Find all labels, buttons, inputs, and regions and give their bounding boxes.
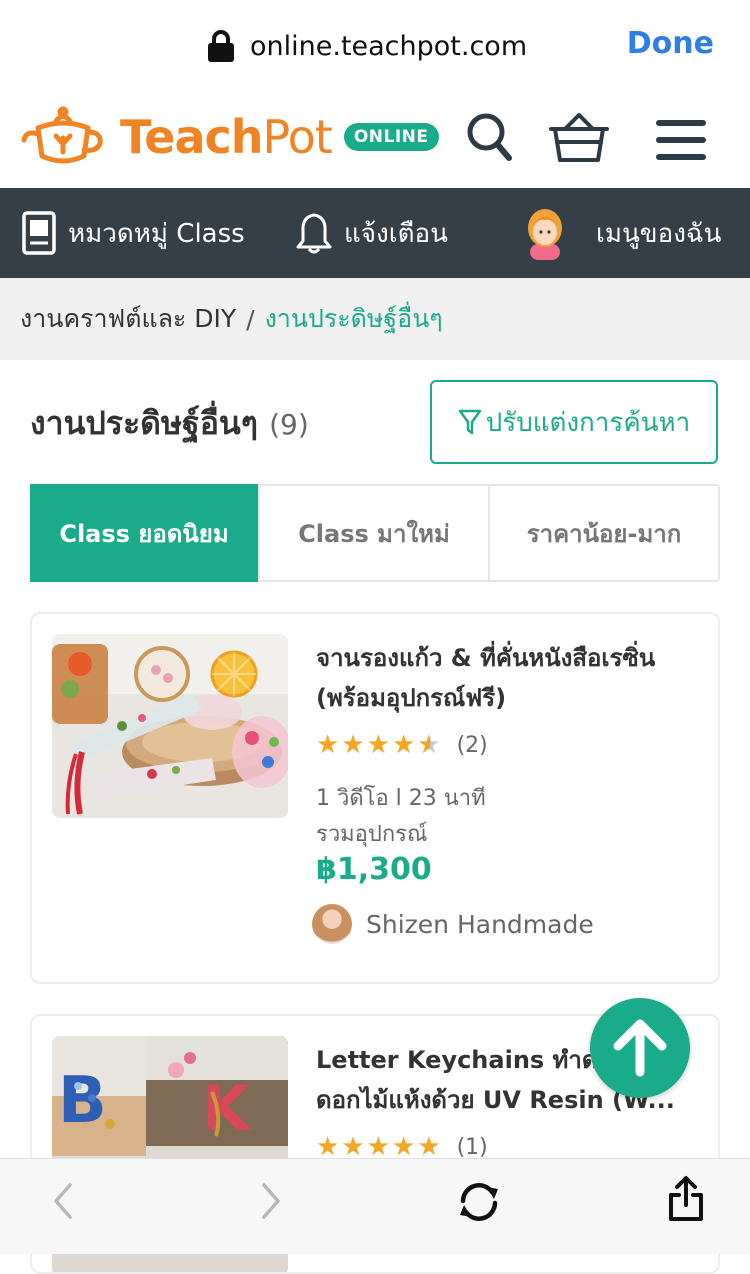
teachpot-logo[interactable]: TeachPot ONLINE: [20, 104, 439, 170]
site-header: TeachPot ONLINE: [0, 90, 750, 188]
breadcrumb-current[interactable]: งานประดิษฐ์อื่นๆ: [265, 299, 443, 339]
filter-label: ปรับแต่งการค้นหา: [485, 407, 691, 438]
star-half-icon: ★: [417, 730, 441, 760]
course-title[interactable]: จานรองแก้ว & ที่คั่นหนังสือเรซิ่น (พร้อม…: [316, 638, 696, 718]
page-title-text: งานประดิษฐ์อื่นๆ: [30, 404, 258, 442]
course-price: ฿1,300: [316, 852, 432, 887]
share-icon[interactable]: [666, 1175, 706, 1227]
tab-newest[interactable]: Class มาใหม่: [258, 486, 488, 580]
refresh-icon[interactable]: [456, 1181, 502, 1227]
browser-url-bar: online.teachpot.com Done: [0, 0, 750, 90]
course-thumbnail[interactable]: [52, 634, 288, 818]
logo-wordmark: TeachPot: [120, 110, 333, 164]
online-badge: ONLINE: [343, 123, 439, 151]
breadcrumb: งานคราฟต์และ DIY / งานประดิษฐ์อื่นๆ: [0, 278, 750, 360]
course-card[interactable]: จานรองแก้ว & ที่คั่นหนังสือเรซิ่น (พร้อม…: [30, 612, 720, 984]
star-icon: ★: [417, 1132, 441, 1162]
user-avatar-icon: [528, 209, 562, 260]
svg-text:B: B: [58, 1064, 107, 1138]
star-icon: ★: [341, 730, 365, 760]
star-icon: ★: [316, 730, 340, 760]
result-count: (9): [269, 408, 309, 441]
browser-toolbar: [0, 1158, 750, 1254]
nav-notifications-label: แจ้งเตือน: [344, 218, 448, 249]
back-icon[interactable]: [50, 1181, 76, 1225]
scroll-to-top-button[interactable]: [590, 998, 690, 1098]
filter-button[interactable]: ปรับแต่งการค้นหา: [430, 380, 718, 464]
url-display[interactable]: online.teachpot.com: [208, 24, 527, 68]
course-includes: รวมอุปกรณ์: [316, 822, 428, 847]
nav-categories[interactable]: หมวดหมู่ Class: [22, 188, 245, 278]
tab-popular[interactable]: Class ยอดนิยม: [30, 484, 258, 582]
search-icon[interactable]: [466, 112, 512, 166]
sort-tabs: Class ยอดนิยม Class มาใหม่ ราคาน้อย-มาก: [30, 484, 720, 582]
hamburger-menu-icon[interactable]: [656, 120, 706, 171]
forward-icon[interactable]: [258, 1181, 284, 1225]
teapot-logo-icon: [21, 106, 103, 164]
star-icon: ★: [366, 1132, 390, 1162]
instructor-name: Shizen Handmade: [366, 909, 594, 939]
book-icon: [22, 211, 56, 255]
star-icon: ★: [391, 1132, 416, 1162]
svg-text:K: K: [202, 1072, 252, 1145]
star-icon: ★: [391, 730, 416, 760]
breadcrumb-parent[interactable]: งานคราฟต์และ DIY: [20, 299, 236, 339]
page-title: งานประดิษฐ์อื่นๆ (9): [30, 398, 309, 449]
star-icon: ★: [316, 1132, 340, 1162]
course-instructor[interactable]: Shizen Handmade: [312, 904, 594, 944]
basket-icon[interactable]: [548, 112, 610, 168]
url-text: online.teachpot.com: [250, 30, 528, 62]
nav-categories-label: หมวดหมู่ Class: [68, 218, 245, 249]
course-rating: ★ ★ ★ ★ ★ (2): [316, 730, 488, 760]
bell-icon: [296, 213, 332, 254]
nav-my-menu-label: เมนูของฉัน: [596, 218, 722, 249]
star-icon: ★: [366, 730, 390, 760]
tab-price-low-high[interactable]: ราคาน้อย-มาก: [488, 486, 718, 580]
arrow-up-icon: [613, 1019, 667, 1077]
breadcrumb-separator: /: [246, 304, 255, 334]
lock-icon: [208, 30, 234, 62]
nav-notifications[interactable]: แจ้งเตือน: [296, 188, 448, 278]
course-duration: 1 วิดีโอ l 23 นาที: [316, 786, 486, 811]
rating-count: (2): [456, 732, 488, 758]
nav-my-menu[interactable]: เมนูของฉัน: [522, 188, 721, 278]
filter-icon: [458, 409, 481, 435]
rating-count: (1): [456, 1134, 488, 1160]
main-nav: หมวดหมู่ Class แจ้งเตือน เมนูของฉัน: [0, 188, 750, 278]
done-button[interactable]: Done: [627, 26, 714, 61]
star-icon: ★: [341, 1132, 365, 1162]
instructor-avatar: [312, 904, 352, 944]
